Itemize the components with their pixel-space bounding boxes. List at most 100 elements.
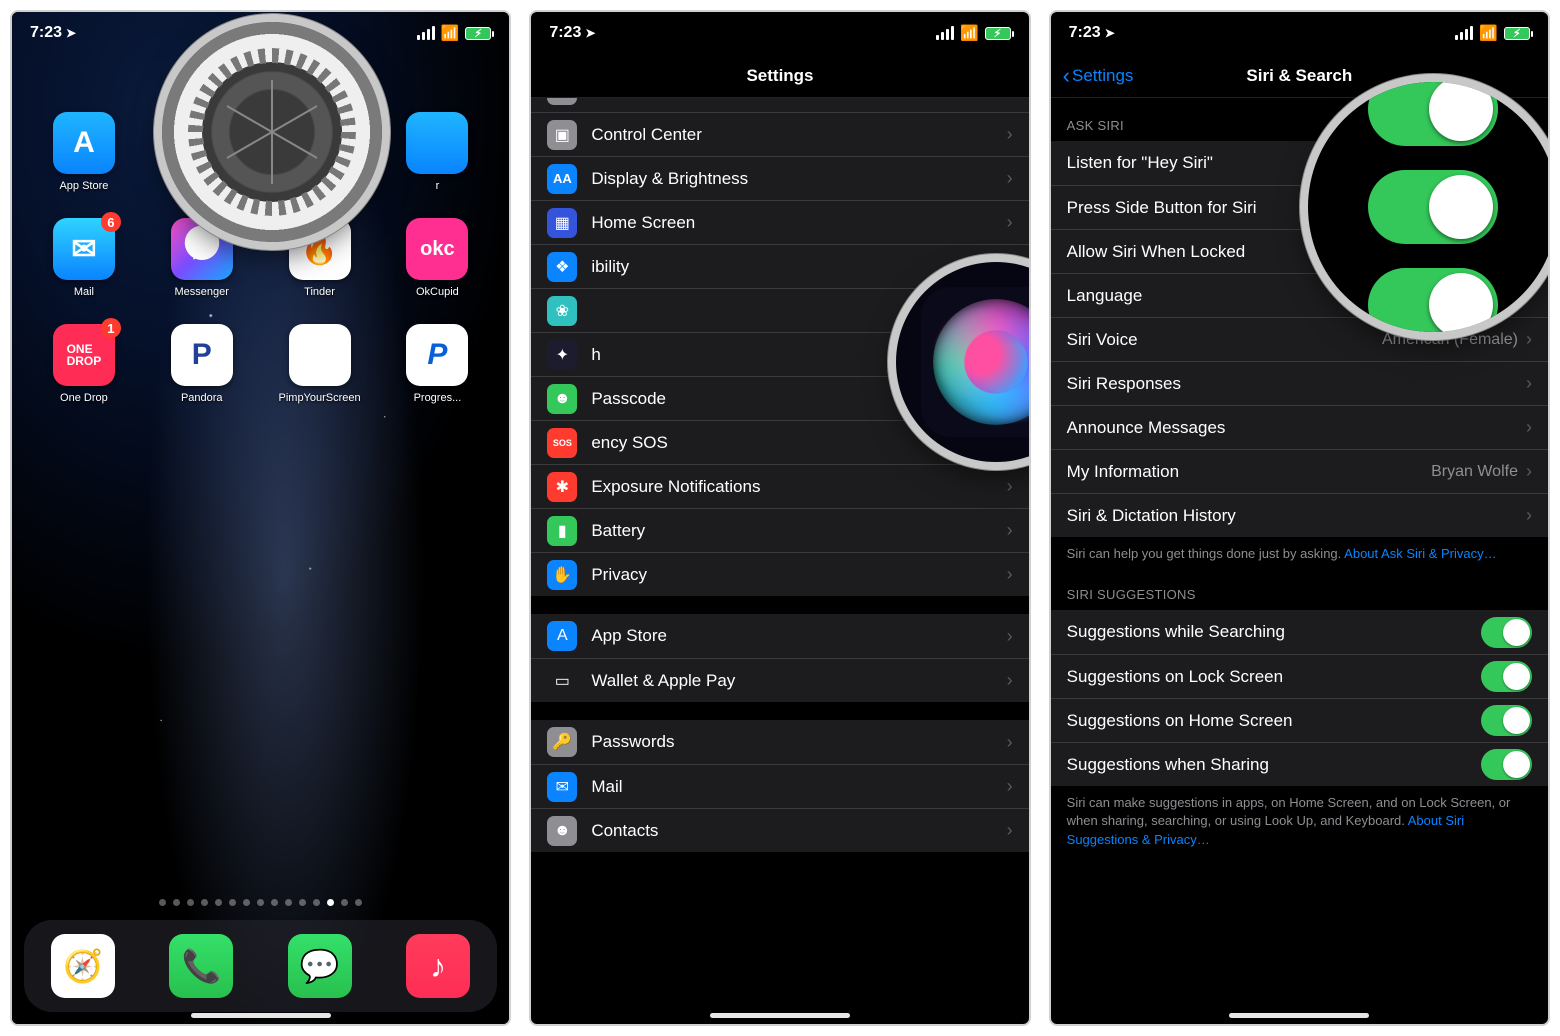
siri-row-suggestions-on-lock-screen[interactable]: Suggestions on Lock Screen xyxy=(1051,654,1548,698)
settings-row-app-store[interactable]: A App Store› xyxy=(531,614,1028,658)
app-tile[interactable] xyxy=(406,112,468,174)
chevron-right-icon: › xyxy=(1007,168,1013,189)
wifi-icon: 📶 xyxy=(960,24,979,42)
row-icon: AA xyxy=(547,164,577,194)
nav-title: Settings xyxy=(746,66,813,86)
chevron-right-icon: › xyxy=(1007,564,1013,585)
home-indicator[interactable] xyxy=(191,1013,331,1018)
toggle[interactable] xyxy=(1481,705,1532,736)
chevron-right-icon: › xyxy=(1007,820,1013,841)
siri-row-announce-messages[interactable]: Announce Messages› xyxy=(1051,405,1548,449)
app-mail[interactable]: ✉︎6Mail xyxy=(48,218,120,298)
about-ask-siri-link[interactable]: About Ask Siri & Privacy… xyxy=(1344,546,1496,561)
chevron-right-icon: › xyxy=(1007,98,1013,101)
settings-row-battery[interactable]: ▮Battery› xyxy=(531,508,1028,552)
row-icon: ✦ xyxy=(547,340,577,370)
toggle[interactable] xyxy=(1481,661,1532,692)
toggle-large xyxy=(1368,268,1498,332)
status-time: 7:23 xyxy=(1069,24,1101,42)
section-header-suggestions: SIRI SUGGESTIONS xyxy=(1051,567,1548,610)
siri-row-siri-dictation-history[interactable]: Siri & Dictation History› xyxy=(1051,493,1548,537)
section-footer-ask-siri: Siri can help you get things done just b… xyxy=(1051,537,1548,567)
app-label: Tinder xyxy=(304,286,335,298)
settings-row-privacy[interactable]: ✋Privacy› xyxy=(531,552,1028,596)
app-label: r xyxy=(436,180,440,192)
back-label: Settings xyxy=(1072,66,1133,86)
chevron-right-icon: › xyxy=(1007,124,1013,145)
dock: 🧭 📞 💬 ♪ xyxy=(24,920,497,1012)
app-tile[interactable]: P xyxy=(171,324,233,386)
chevron-right-icon: › xyxy=(1526,329,1532,350)
row-icon: ▮ xyxy=(547,516,577,546)
row-label: ibility xyxy=(591,257,1006,277)
chevron-right-icon: › xyxy=(1526,417,1532,438)
siri-icon xyxy=(921,287,1030,437)
app-pimpyourscreen[interactable]: PimpYourScreen xyxy=(284,324,356,404)
app-label: App Store xyxy=(59,180,108,192)
siri-row-suggestions-when-sharing[interactable]: Suggestions when Sharing xyxy=(1051,742,1548,786)
settings-row-display-brightness[interactable]: AADisplay & Brightness› xyxy=(531,156,1028,200)
chevron-right-icon: › xyxy=(1007,732,1013,753)
app-tile[interactable]: A xyxy=(53,112,115,174)
siri-row-suggestions-on-home-screen[interactable]: Suggestions on Home Screen xyxy=(1051,698,1548,742)
toggle[interactable] xyxy=(1481,617,1532,648)
dock-app-safari[interactable]: 🧭 xyxy=(51,934,115,998)
settings-row-general[interactable]: ⚙︎ General› xyxy=(531,98,1028,112)
toggle-large xyxy=(1368,82,1498,146)
row-icon: ⚙︎ xyxy=(547,98,577,105)
settings-row-control-center[interactable]: ▣Control Center› xyxy=(531,112,1028,156)
app-pandora[interactable]: PPandora xyxy=(166,324,238,404)
app-tile[interactable]: P xyxy=(406,324,468,386)
settings-row-wallet-apple-pay[interactable]: ▭Wallet & Apple Pay› xyxy=(531,658,1028,702)
home-indicator[interactable] xyxy=(1229,1013,1369,1018)
app-okcupid[interactable]: okcOkCupid xyxy=(401,218,473,298)
row-icon: ☻ xyxy=(547,384,577,414)
nav-title: Siri & Search xyxy=(1246,66,1352,86)
app-r[interactable]: r xyxy=(401,112,473,192)
row-label: Suggestions while Searching xyxy=(1067,622,1481,642)
app-progres-[interactable]: P Progres... xyxy=(401,324,473,404)
row-label: Siri Voice xyxy=(1067,330,1382,350)
wifi-icon: 📶 xyxy=(441,24,460,42)
row-label: General xyxy=(591,98,1006,100)
dock-app-music[interactable]: ♪ xyxy=(406,934,470,998)
back-button[interactable]: ‹ Settings xyxy=(1063,66,1134,86)
app-label: Progres... xyxy=(414,392,462,404)
screenshot-settings: 7:23 ➤ 📶 ⚡︎ Settings ⚙︎General›▣Control … xyxy=(529,10,1030,1026)
app-tile[interactable]: okc xyxy=(406,218,468,280)
row-icon: A xyxy=(547,621,577,651)
settings-row-contacts[interactable]: ☻Contacts› xyxy=(531,808,1028,852)
siri-row-suggestions-while-searching[interactable]: Suggestions while Searching xyxy=(1051,610,1548,654)
settings-row-home-screen[interactable]: ▦Home Screen› xyxy=(531,200,1028,244)
dock-app-messages[interactable]: 💬 xyxy=(288,934,352,998)
status-time: 7:23 xyxy=(30,24,62,42)
toggle[interactable] xyxy=(1481,749,1532,780)
app-app-store[interactable]: A App Store xyxy=(48,112,120,192)
chevron-right-icon: › xyxy=(1007,626,1013,647)
siri-row-my-information[interactable]: My InformationBryan Wolfe› xyxy=(1051,449,1548,493)
settings-row-passwords[interactable]: 🔑Passwords› xyxy=(531,720,1028,764)
battery-icon: ⚡︎ xyxy=(1504,27,1530,40)
toggle-large xyxy=(1368,170,1498,244)
settings-row-exposure-notifications[interactable]: ✱Exposure Notifications› xyxy=(531,464,1028,508)
battery-icon: ⚡︎ xyxy=(465,27,491,40)
app-tile[interactable] xyxy=(289,324,351,386)
home-indicator[interactable] xyxy=(710,1013,850,1018)
dock-app-phone[interactable]: 📞 xyxy=(169,934,233,998)
location-icon: ➤ xyxy=(1105,26,1115,40)
row-label: Privacy xyxy=(591,565,1006,585)
row-label: App Store xyxy=(591,626,1006,646)
app-one-drop[interactable]: ONE DROP1One Drop xyxy=(48,324,120,404)
row-icon: ✉︎ xyxy=(547,772,577,802)
screenshot-siri-settings: 7:23 ➤ 📶 ⚡︎ ‹ Settings Siri & Search ASK… xyxy=(1049,10,1550,1026)
callout-settings-icon xyxy=(162,22,382,242)
row-label: Siri Responses xyxy=(1067,374,1526,394)
chevron-right-icon: › xyxy=(1526,373,1532,394)
app-tile[interactable]: ✉︎6 xyxy=(53,218,115,280)
page-indicator[interactable] xyxy=(12,899,509,906)
row-label: Control Center xyxy=(591,125,1006,145)
row-icon: ▦ xyxy=(547,208,577,238)
siri-row-siri-responses[interactable]: Siri Responses› xyxy=(1051,361,1548,405)
settings-row-mail[interactable]: ✉︎Mail› xyxy=(531,764,1028,808)
app-tile[interactable]: ONE DROP1 xyxy=(53,324,115,386)
